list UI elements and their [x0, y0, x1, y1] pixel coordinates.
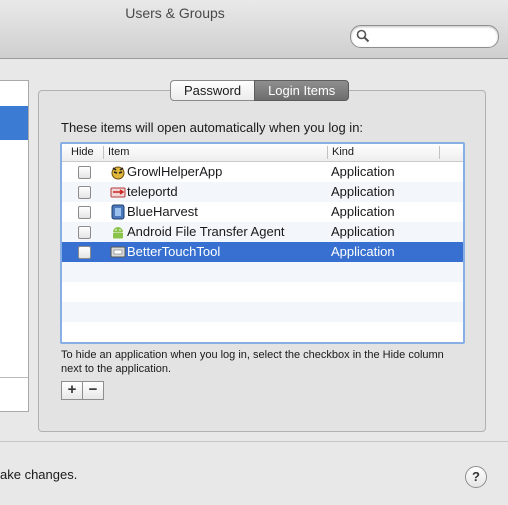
add-item-button[interactable]: +: [61, 381, 83, 400]
hide-checkbox[interactable]: [78, 166, 91, 179]
app-kind: Application: [331, 164, 395, 179]
hide-checkbox[interactable]: [78, 246, 91, 259]
tab-password[interactable]: Password: [170, 80, 255, 101]
tab-login-items[interactable]: Login Items: [254, 80, 350, 101]
hide-checkbox[interactable]: [78, 226, 91, 239]
empty-row: [62, 282, 463, 302]
empty-row: [62, 302, 463, 322]
column-separator: [327, 146, 328, 159]
bottom-divider: [0, 441, 508, 442]
column-header-kind[interactable]: Kind: [332, 146, 354, 158]
tab-bar: Password Login Items: [170, 80, 350, 101]
search-field[interactable]: [350, 25, 499, 48]
login-items-intro: These items will open automatically when…: [61, 120, 364, 135]
app-name: Android File Transfer Agent: [127, 224, 285, 239]
app-name: teleportd: [127, 184, 178, 199]
table-row[interactable]: teleportd Application: [62, 182, 463, 202]
teleport-icon: [110, 187, 126, 198]
table-header: Hide Item Kind: [62, 144, 463, 162]
app-kind: Application: [331, 244, 395, 259]
help-button[interactable]: ?: [465, 466, 487, 488]
hide-checkbox[interactable]: [78, 186, 91, 199]
table-row[interactable]: BlueHarvest Application: [62, 202, 463, 222]
add-remove-buttons: + −: [61, 381, 104, 400]
android-icon: [113, 227, 123, 239]
empty-row: [62, 322, 463, 342]
app-kind: Application: [331, 224, 395, 239]
app-kind: Application: [331, 184, 395, 199]
table-row[interactable]: Android File Transfer Agent Application: [62, 222, 463, 242]
table-row[interactable]: BetterTouchTool Application: [62, 242, 463, 262]
sidebar-selected-user[interactable]: [0, 106, 28, 140]
bettertouchtool-icon: [110, 246, 126, 258]
remove-item-button[interactable]: −: [83, 381, 104, 400]
lock-message: ake changes.: [0, 467, 78, 482]
sidebar-divider: [0, 377, 28, 378]
blueharvest-icon: [111, 204, 125, 220]
app-name: GrowlHelperApp: [127, 164, 223, 179]
hide-help-text: To hide an application when you log in, …: [61, 349, 444, 375]
login-items-table[interactable]: Hide Item Kind GrowlHelperApp Applicatio…: [60, 142, 465, 344]
column-separator: [103, 146, 104, 159]
title-bar: Users & Groups: [0, 0, 508, 59]
column-header-item[interactable]: Item: [108, 146, 129, 158]
hide-checkbox[interactable]: [78, 206, 91, 219]
app-name: BlueHarvest: [127, 204, 198, 219]
growl-icon: [111, 166, 125, 180]
empty-row: [62, 262, 463, 282]
search-icon: [356, 29, 370, 43]
column-separator: [439, 146, 440, 159]
column-header-hide[interactable]: Hide: [71, 146, 94, 158]
app-kind: Application: [331, 204, 395, 219]
app-name: BetterTouchTool: [127, 244, 221, 259]
users-list-sidebar[interactable]: [0, 80, 29, 412]
window-title: Users & Groups: [125, 5, 225, 21]
table-row[interactable]: GrowlHelperApp Application: [62, 162, 463, 182]
